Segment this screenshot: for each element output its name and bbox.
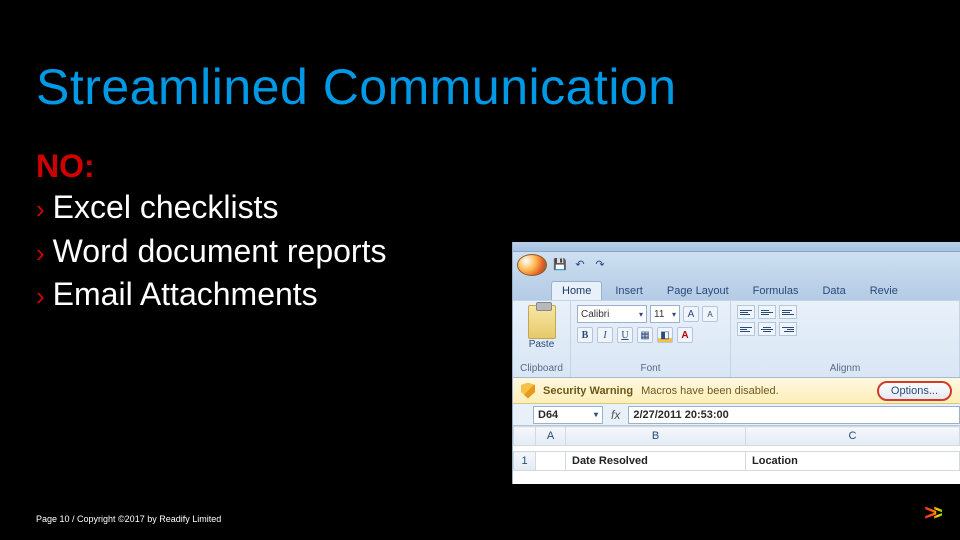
cell[interactable]: Location — [746, 452, 960, 471]
paste-label: Paste — [519, 339, 564, 350]
chevron-down-icon: ▾ — [594, 410, 598, 419]
shrink-font-icon[interactable]: A — [702, 306, 718, 322]
align-bottom-icon[interactable] — [779, 305, 797, 319]
align-center-icon[interactable] — [758, 322, 776, 336]
group-label-clipboard: Clipboard — [519, 363, 564, 375]
spreadsheet-grid: A B C 1 Date Resolved Location — [513, 426, 960, 484]
bullet-item: › Word document reports — [36, 231, 506, 273]
readify-logo-icon: >> — [924, 500, 942, 526]
office-button-icon[interactable] — [517, 254, 547, 276]
name-box-value: D64 — [538, 409, 558, 421]
tab-review[interactable]: Revie — [859, 281, 909, 300]
tab-formulas[interactable]: Formulas — [742, 281, 810, 300]
group-alignment: Alignm — [731, 301, 960, 377]
col-header-b[interactable]: B — [566, 427, 746, 446]
tab-home[interactable]: Home — [551, 281, 602, 300]
slide-title: Streamlined Communication — [36, 58, 677, 116]
quick-access-toolbar: 💾 ↶ ↷ — [513, 252, 960, 278]
font-size-dropdown[interactable]: 11 ▾ — [650, 305, 680, 323]
slide-body: NO: › Excel checklists › Word document r… — [36, 148, 506, 316]
align-middle-icon[interactable] — [758, 305, 776, 319]
slide-footer: Page 10 / Copyright ©2017 by Readify Lim… — [36, 514, 221, 524]
chevron-down-icon: ▾ — [639, 310, 643, 319]
row-header[interactable]: 1 — [514, 452, 536, 471]
col-header-c[interactable]: C — [746, 427, 960, 446]
table-row: 1 Date Resolved Location — [514, 452, 960, 471]
font-size-value: 11 — [654, 309, 664, 320]
bullet-item: › Excel checklists — [36, 187, 506, 229]
shield-icon — [521, 383, 535, 399]
save-icon[interactable]: 💾 — [553, 258, 567, 272]
window-titlebar — [513, 242, 960, 252]
angle-bracket-icon: › — [36, 193, 45, 227]
bullet-text: Email Attachments — [53, 274, 318, 316]
security-warning-title: Security Warning — [543, 385, 633, 397]
bullet-item: › Email Attachments — [36, 274, 506, 316]
align-right-icon[interactable] — [779, 322, 797, 336]
options-button[interactable]: Options... — [877, 381, 952, 401]
undo-icon[interactable]: ↶ — [573, 258, 587, 272]
italic-button[interactable]: I — [597, 327, 613, 343]
bold-button[interactable]: B — [577, 327, 593, 343]
font-color-icon[interactable]: A — [677, 327, 693, 343]
ribbon: Paste Clipboard Calibri ▾ 11 ▾ A A — [513, 300, 960, 378]
redo-icon[interactable]: ↷ — [593, 258, 607, 272]
angle-bracket-icon: › — [36, 237, 45, 271]
group-label-alignment: Alignm — [737, 363, 953, 375]
column-header-row: A B C — [514, 427, 960, 446]
align-top-icon[interactable] — [737, 305, 755, 319]
no-label: NO: — [36, 148, 506, 185]
tab-insert[interactable]: Insert — [604, 281, 654, 300]
embedded-excel-screenshot: 💾 ↶ ↷ Home Insert Page Layout Formulas D… — [512, 242, 960, 484]
fx-icon[interactable]: fx — [611, 408, 620, 422]
formula-bar[interactable]: 2/27/2011 20:53:00 — [628, 406, 960, 424]
border-icon[interactable]: ▦ — [637, 327, 653, 343]
cell[interactable] — [536, 452, 566, 471]
name-box[interactable]: D64 ▾ — [533, 406, 603, 424]
col-header-a[interactable]: A — [536, 427, 566, 446]
align-left-icon[interactable] — [737, 322, 755, 336]
ribbon-tabs: Home Insert Page Layout Formulas Data Re… — [513, 278, 960, 300]
grow-font-icon[interactable]: A — [683, 306, 699, 322]
paste-icon[interactable] — [528, 305, 556, 339]
group-clipboard: Paste Clipboard — [513, 301, 571, 377]
group-font: Calibri ▾ 11 ▾ A A B I U ▦ ◧ A — [571, 301, 731, 377]
cell[interactable]: Date Resolved — [566, 452, 746, 471]
security-warning-bar: Security Warning Macros have been disabl… — [513, 378, 960, 404]
angle-bracket-icon: › — [36, 280, 45, 314]
chevron-down-icon: ▾ — [672, 310, 676, 319]
formula-bar-row: D64 ▾ fx 2/27/2011 20:53:00 — [513, 404, 960, 426]
fill-color-icon[interactable]: ◧ — [657, 327, 673, 343]
bullet-text: Word document reports — [53, 231, 387, 273]
font-name-dropdown[interactable]: Calibri ▾ — [577, 305, 647, 323]
security-warning-message: Macros have been disabled. — [641, 385, 869, 397]
tab-page-layout[interactable]: Page Layout — [656, 281, 740, 300]
bullet-text: Excel checklists — [53, 187, 279, 229]
underline-button[interactable]: U — [617, 327, 633, 343]
font-name-value: Calibri — [581, 309, 609, 320]
group-label-font: Font — [577, 363, 724, 375]
tab-data[interactable]: Data — [811, 281, 856, 300]
select-all-corner[interactable] — [514, 427, 536, 446]
